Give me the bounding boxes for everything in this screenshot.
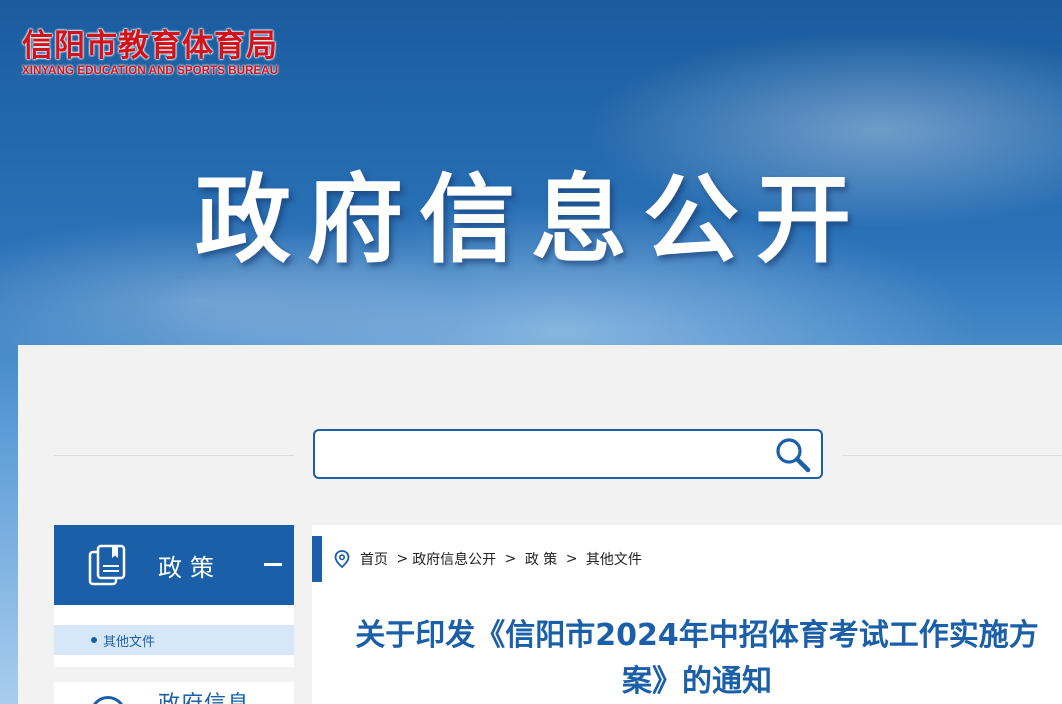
sidebar-item-other-files[interactable]: 其他文件 (54, 625, 294, 655)
collapse-icon[interactable] (264, 563, 282, 566)
sidebar-section-policy[interactable]: 政策 (54, 525, 294, 605)
breadcrumb-other-files[interactable]: 其他文件 (586, 549, 642, 569)
sidebar-item-label: 其他文件 (103, 634, 156, 650)
document-icon (88, 544, 126, 586)
search-box (313, 429, 823, 479)
breadcrumb-gov-info[interactable]: 政府信息公开 (412, 549, 496, 569)
breadcrumb-accent-bar (312, 536, 322, 582)
search-input[interactable] (323, 437, 763, 471)
sidebar-section-title-2: 政府信息 (158, 686, 250, 704)
main-panel: 政策 其他文件 政府信息 首页 > 政府信息公开 > 政 策 > 其他文件 关于… (18, 345, 1062, 704)
breadcrumb-home[interactable]: 首页 (360, 549, 388, 569)
site-logo[interactable]: 信阳市教育体育局 XINYANG EDUCATION AND SPORTS BU… (22, 28, 278, 78)
breadcrumb: 首页 > 政府信息公开 > 政 策 > 其他文件 (334, 549, 642, 569)
logo-english-name: XINYANG EDUCATION AND SPORTS BUREAU (22, 65, 279, 77)
search-button[interactable] (771, 435, 815, 475)
search-icon (776, 438, 811, 473)
bullet-icon (91, 637, 97, 643)
article-title: 关于印发《信阳市2024年中招体育考试工作实施方案》的通知 (355, 618, 1039, 699)
breadcrumb-policy[interactable]: 政 策 (525, 549, 557, 569)
banner-title: 政府信息公开 (195, 164, 867, 276)
sidebar-section-title: 政策 (158, 553, 222, 582)
logo-chinese-name: 信阳市教育体育局 (22, 28, 278, 64)
search-divider-right (843, 455, 1062, 456)
search-divider-left (54, 455, 294, 456)
sidebar-section-gov-info[interactable]: 政府信息 (54, 682, 294, 704)
content-area: 首页 > 政府信息公开 > 政 策 > 其他文件 关于印发《信阳市2024年中招… (312, 525, 1062, 704)
circle-icon (90, 696, 126, 704)
location-pin-icon (334, 550, 350, 568)
sidebar-list: 其他文件 (54, 605, 294, 667)
